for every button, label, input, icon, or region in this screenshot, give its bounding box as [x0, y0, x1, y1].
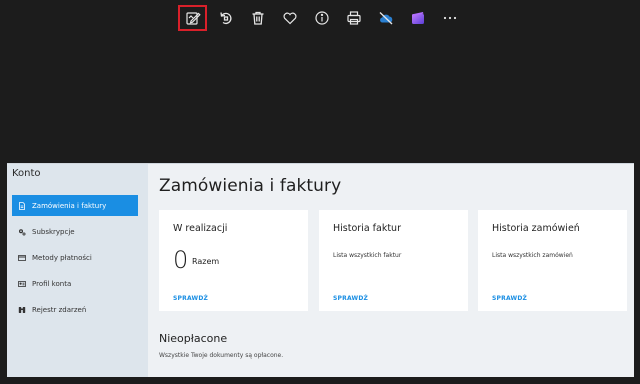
sidebar-item-account-profile[interactable]: Profil konta	[12, 273, 138, 294]
card-count: 0	[173, 246, 189, 274]
credit-card-icon	[18, 254, 26, 262]
unpaid-section-text: Wszystkie Twoje dokumenty są opłacone.	[159, 352, 284, 359]
card-subtitle: Lista wszystkich faktur	[333, 252, 402, 259]
card-title: Historia zamówień	[492, 223, 580, 234]
photo-viewer: Konto Zamówienia i faktury Subskrypcje M…	[0, 0, 640, 384]
profile-card-icon	[18, 280, 26, 288]
sidebar-item-payment-methods[interactable]: Metody płatności	[12, 247, 138, 268]
more-icon	[443, 16, 457, 20]
page-title: Zamówienia i faktury	[159, 176, 342, 196]
sidebar-title: Konto	[12, 168, 41, 179]
card-title: W realizacji	[173, 223, 228, 234]
gears-icon	[18, 228, 26, 236]
edit-image-icon	[185, 12, 201, 25]
viewer-toolbar	[178, 5, 466, 31]
screenshot-image: Konto Zamówienia i faktury Subskrypcje M…	[7, 163, 634, 377]
print-button[interactable]	[338, 5, 370, 31]
card-check-link[interactable]: SPRAWDŹ	[173, 295, 208, 302]
info-icon	[315, 11, 329, 25]
card-check-link[interactable]: SPRAWDŹ	[333, 295, 368, 302]
rotate-icon	[220, 12, 232, 25]
card-check-link[interactable]: SPRAWDŹ	[492, 295, 527, 302]
sidebar-item-orders-invoices[interactable]: Zamówienia i faktury	[12, 195, 138, 216]
edit-button[interactable]	[178, 5, 207, 31]
more-button[interactable]	[434, 5, 466, 31]
cloud-button[interactable]	[370, 5, 402, 31]
clipchamp-icon	[412, 12, 424, 24]
sidebar-item-label: Zamówienia i faktury	[32, 201, 107, 210]
card-invoice-history: Historia faktur Lista wszystkich faktur …	[319, 210, 468, 311]
card-in-progress: W realizacji 0 Razem SPRAWDŹ	[159, 210, 308, 311]
rotate-button[interactable]	[210, 5, 242, 31]
clipchamp-button[interactable]	[402, 5, 434, 31]
heart-icon	[283, 12, 297, 25]
sidebar-item-label: Profil konta	[32, 279, 72, 288]
sidebar-nav: Zamówienia i faktury Subskrypcje Metody …	[12, 195, 138, 325]
sidebar-item-label: Rejestr zdarzeń	[32, 305, 87, 314]
info-button[interactable]	[306, 5, 338, 31]
sidebar-item-label: Metody płatności	[32, 253, 92, 262]
account-sidebar: Konto Zamówienia i faktury Subskrypcje M…	[7, 164, 148, 377]
delete-button[interactable]	[242, 5, 274, 31]
card-title: Historia faktur	[333, 223, 401, 234]
main-content: Zamówienia i faktury W realizacji 0 Raze…	[148, 164, 634, 377]
card-subtitle: Lista wszystkich zamówień	[492, 252, 573, 259]
document-icon	[18, 201, 26, 210]
sidebar-item-label: Subskrypcje	[32, 227, 75, 236]
unpaid-section-title: Nieopłacone	[159, 332, 228, 345]
favorite-button[interactable]	[274, 5, 306, 31]
card-count-label: Razem	[192, 257, 220, 266]
cloud-off-icon	[379, 11, 393, 25]
binoculars-icon	[18, 306, 26, 314]
sidebar-item-event-log[interactable]: Rejestr zdarzeń	[12, 299, 138, 320]
sidebar-item-subscriptions[interactable]: Subskrypcje	[12, 221, 138, 242]
trash-icon	[252, 11, 264, 25]
card-order-history: Historia zamówień Lista wszystkich zamów…	[478, 210, 627, 311]
printer-icon	[347, 11, 361, 25]
